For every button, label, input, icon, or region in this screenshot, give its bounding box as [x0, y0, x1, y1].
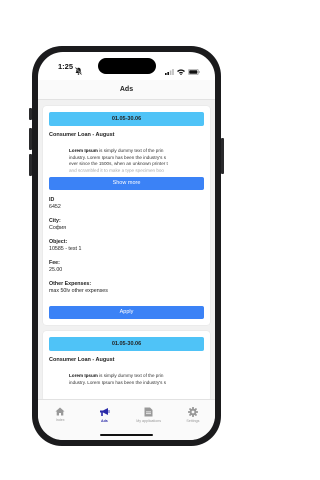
volume-down-button	[29, 154, 32, 176]
description-fade	[49, 164, 204, 176]
action-button	[29, 108, 32, 120]
field-label: Fee:	[49, 260, 60, 266]
wifi-icon	[177, 62, 185, 80]
gear-icon	[171, 407, 215, 417]
field-other-expenses: Other Expenses: max 50lv other expenses	[49, 281, 204, 295]
tab-label: Index	[55, 418, 65, 422]
field-city: City: София	[49, 218, 204, 232]
date-range-badge: 01.05-30.06	[49, 112, 204, 126]
field-object: Object: 10585 - test 1	[49, 239, 204, 253]
tab-bar: Index Ads My applications Settings	[38, 399, 215, 440]
description-line: is simply dummy text of the prin	[97, 373, 164, 378]
field-label: ID	[49, 197, 55, 203]
description-line: is simply dummy text of the prin	[97, 148, 164, 153]
app-screen: 1:25 Ads 01.05-30.06 Consumer Loan - Aug…	[38, 52, 215, 440]
ad-card: 01.05-30.06 Consumer Loan - August Lorem…	[43, 331, 210, 399]
ads-list[interactable]: 01.05-30.06 Consumer Loan - August Lorem…	[38, 100, 215, 399]
description-line: industry. Lorem Ipsum has been the indus…	[69, 154, 167, 160]
tab-label: My applications	[136, 419, 162, 423]
description-line: industry. Lorem Ipsum has been the indus…	[69, 379, 167, 385]
bell-slash-icon	[74, 62, 83, 80]
field-value: София	[49, 225, 66, 231]
ad-title: Consumer Loan - August	[49, 357, 115, 363]
field-label: Other Expenses:	[49, 281, 92, 287]
field-value: max 50lv other expenses	[49, 288, 108, 294]
ad-description: Lorem Ipsum is simply dummy text of the …	[49, 373, 204, 395]
cellular-signal-icon	[165, 62, 174, 80]
home-indicator[interactable]	[100, 434, 153, 436]
field-label: City:	[49, 218, 61, 224]
description-bold: Lorem Ipsum	[69, 373, 98, 378]
field-value: 25.00	[49, 267, 63, 273]
field-id: ID 6452	[49, 197, 204, 211]
date-range-badge: 01.05-30.06	[49, 337, 204, 351]
field-value: 6452	[49, 204, 61, 210]
tab-settings[interactable]: Settings	[171, 400, 215, 440]
description-bold: Lorem Ipsum	[69, 148, 98, 153]
ad-description: Lorem Ipsum is simply dummy text of the …	[49, 148, 204, 176]
tab-index[interactable]: Index	[38, 400, 82, 440]
dynamic-island	[98, 58, 156, 74]
power-button	[221, 138, 224, 174]
battery-icon	[188, 62, 200, 80]
field-label: Object:	[49, 239, 68, 245]
ad-title: Consumer Loan - August	[49, 132, 115, 138]
ad-card: 01.05-30.06 Consumer Loan - August Lorem…	[43, 106, 210, 325]
field-fee: Fee: 25.00	[49, 260, 204, 274]
status-bar: 1:25	[38, 52, 215, 80]
volume-up-button	[29, 128, 32, 150]
tab-label: Ads	[100, 419, 108, 423]
apply-button[interactable]: Apply	[49, 306, 204, 319]
status-time: 1:25	[58, 62, 74, 71]
megaphone-icon	[82, 407, 126, 417]
tab-label: Settings	[186, 419, 200, 423]
field-value: 10585 - test 1	[49, 246, 82, 252]
document-icon	[127, 407, 171, 417]
home-icon	[38, 407, 82, 416]
page-title: Ads	[38, 80, 215, 100]
show-more-button[interactable]: Show more	[49, 177, 204, 190]
